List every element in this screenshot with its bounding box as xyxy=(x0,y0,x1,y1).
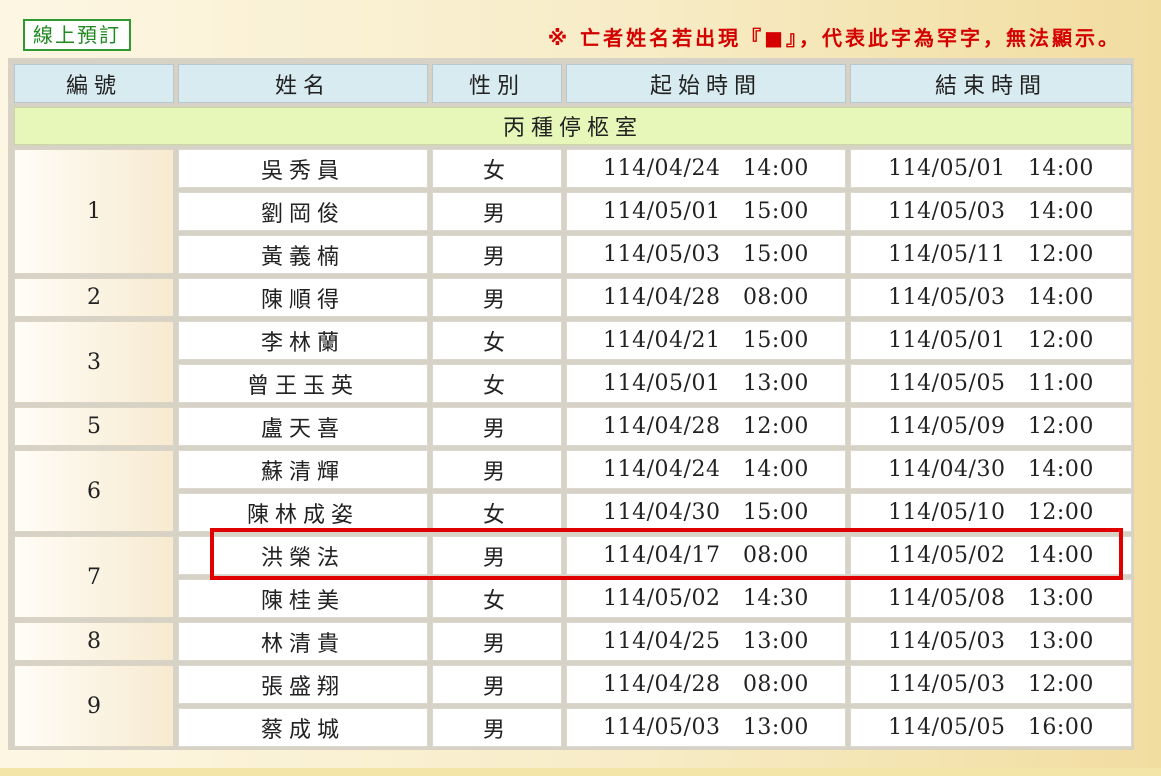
start-time-cell: 114/05/03 13:00 xyxy=(566,708,846,747)
end-time-cell: 114/05/03 12:00 xyxy=(850,665,1132,704)
end-time-cell: 114/05/10 12:00 xyxy=(850,493,1132,532)
end-time-cell: 114/05/11 12:00 xyxy=(850,235,1132,274)
end-time-cell: 114/05/09 12:00 xyxy=(850,407,1132,446)
table-row: 2 陳順得男 114/04/28 08:00 114/05/03 14:00 xyxy=(14,278,1132,317)
column-header-number: 編號 xyxy=(14,64,174,103)
table-row: 1 吳秀員女 114/04/24 14:00 114/05/01 14:00 xyxy=(14,149,1132,274)
column-header-sex: 性別 xyxy=(432,64,562,103)
schedule-table-container: 編號 姓名 性別 起始時間 結束時間 丙種停柩室 1 吳秀員女 114/04/24 … xyxy=(8,58,1134,750)
online-reservation-button[interactable]: 線上預訂 xyxy=(23,19,131,51)
start-time-cell: 114/05/02 14:30 xyxy=(566,579,846,618)
table-row: 劉岡俊男 114/05/01 15:00 114/05/03 14:00 xyxy=(14,192,1132,231)
sex-cell: 男 xyxy=(432,192,562,231)
start-time-cell: 114/04/28 08:00 xyxy=(566,278,846,317)
sex-cell: 男 xyxy=(432,278,562,317)
table-row: 6 蘇清輝男 114/04/24 14:00 114/04/30 14:00 xyxy=(14,450,1132,532)
table-row: 8 林清貴男 114/04/25 13:00 114/05/03 13:00 xyxy=(14,622,1132,661)
sex-cell: 男 xyxy=(432,665,562,704)
column-header-name: 姓名 xyxy=(178,64,428,103)
end-time-cell: 114/05/05 11:00 xyxy=(850,364,1132,403)
table-row: 9 張盛翔男 114/04/28 08:00 114/05/03 12:00 xyxy=(14,665,1132,747)
sex-cell: 男 xyxy=(432,622,562,661)
name-cell: 陳林成姿 xyxy=(178,493,428,532)
name-cell: 陳桂美 xyxy=(178,579,428,618)
sex-cell: 男 xyxy=(432,450,562,489)
start-time-cell: 114/04/24 14:00 xyxy=(566,149,846,188)
table-row: 3 李林蘭女 114/04/21 15:00 114/05/01 12:00 xyxy=(14,321,1132,403)
name-cell: 洪榮法 xyxy=(178,536,428,575)
table-row: 蔡成城男 114/05/03 13:00 114/05/05 16:00 xyxy=(14,708,1132,747)
sex-cell: 男 xyxy=(432,407,562,446)
table-row: 陳林成姿女 114/04/30 15:00 114/05/10 12:00 xyxy=(14,493,1132,532)
start-time-cell: 114/04/28 08:00 xyxy=(566,665,846,704)
name-cell: 盧天喜 xyxy=(178,407,428,446)
sex-cell: 男 xyxy=(432,536,562,575)
name-cell: 李林蘭 xyxy=(178,321,428,360)
table-row: 5 盧天喜男 114/04/28 12:00 114/05/09 12:00 xyxy=(14,407,1132,446)
sex-cell: 男 xyxy=(432,235,562,274)
table-body: 丙種停柩室 1 吳秀員女 114/04/24 14:00 114/05/01 14:0… xyxy=(14,107,1132,747)
row-number: 3 xyxy=(14,321,174,403)
table-header-row: 編號 姓名 性別 起始時間 結束時間 xyxy=(14,64,1132,103)
name-cell: 劉岡俊 xyxy=(178,192,428,231)
start-time-cell: 114/04/21 15:00 xyxy=(566,321,846,360)
table-row: 陳桂美女 114/05/02 14:30 114/05/08 13:00 xyxy=(14,579,1132,618)
start-time-cell: 114/05/03 15:00 xyxy=(566,235,846,274)
column-header-end-time: 結束時間 xyxy=(850,64,1132,103)
end-time-cell: 114/04/30 14:00 xyxy=(850,450,1132,489)
start-time-cell: 114/04/30 15:00 xyxy=(566,493,846,532)
end-time-cell: 114/05/02 14:00 xyxy=(850,536,1132,575)
sex-cell: 女 xyxy=(432,149,562,188)
row-number: 5 xyxy=(14,407,174,446)
start-time-cell: 114/05/01 13:00 xyxy=(566,364,846,403)
end-time-cell: 114/05/03 14:00 xyxy=(850,192,1132,231)
sex-cell: 女 xyxy=(432,493,562,532)
end-time-cell: 114/05/01 12:00 xyxy=(850,321,1132,360)
top-bar: 線上預訂 ※ 亡者姓名若出現『■』，代表此字為罕字，無法顯示。 xyxy=(0,0,1161,58)
start-time-cell: 114/04/17 08:00 xyxy=(566,536,846,575)
row-number: 8 xyxy=(14,622,174,661)
rare-character-notice: ※ 亡者姓名若出現『■』，代表此字為罕字，無法顯示。 xyxy=(547,26,1121,50)
row-number: 6 xyxy=(14,450,174,532)
sex-cell: 男 xyxy=(432,708,562,747)
end-time-cell: 114/05/01 14:00 xyxy=(850,149,1132,188)
end-time-cell: 114/05/03 13:00 xyxy=(850,622,1132,661)
name-cell: 林清貴 xyxy=(178,622,428,661)
row-number: 9 xyxy=(14,665,174,747)
table-row: 黃義楠男 114/05/03 15:00 114/05/11 12:00 xyxy=(14,235,1132,274)
end-time-cell: 114/05/05 16:00 xyxy=(850,708,1132,747)
start-time-cell: 114/05/01 15:00 xyxy=(566,192,846,231)
schedule-table: 編號 姓名 性別 起始時間 結束時間 丙種停柩室 1 吳秀員女 114/04/24 … xyxy=(10,60,1136,751)
name-cell: 蘇清輝 xyxy=(178,450,428,489)
table-row: 7 洪榮法男 114/04/17 08:00 114/05/02 14:00 xyxy=(14,536,1132,618)
name-cell: 吳秀員 xyxy=(178,149,428,188)
name-cell: 蔡成城 xyxy=(178,708,428,747)
start-time-cell: 114/04/24 14:00 xyxy=(566,450,846,489)
name-cell: 黃義楠 xyxy=(178,235,428,274)
room-row: 丙種停柩室 xyxy=(14,107,1132,145)
end-time-cell: 114/05/08 13:00 xyxy=(850,579,1132,618)
row-number: 7 xyxy=(14,536,174,618)
start-time-cell: 114/04/25 13:00 xyxy=(566,622,846,661)
name-cell: 張盛翔 xyxy=(178,665,428,704)
name-cell: 陳順得 xyxy=(178,278,428,317)
column-header-start-time: 起始時間 xyxy=(566,64,846,103)
row-number: 1 xyxy=(14,149,174,274)
table-row: 曾王玉英女 114/05/01 13:00 114/05/05 11:00 xyxy=(14,364,1132,403)
bottom-band xyxy=(0,768,1161,776)
sex-cell: 女 xyxy=(432,579,562,618)
end-time-cell: 114/05/03 14:00 xyxy=(850,278,1132,317)
start-time-cell: 114/04/28 12:00 xyxy=(566,407,846,446)
name-cell: 曾王玉英 xyxy=(178,364,428,403)
room-type-label: 丙種停柩室 xyxy=(14,107,1132,145)
sex-cell: 女 xyxy=(432,321,562,360)
sex-cell: 女 xyxy=(432,364,562,403)
row-number: 2 xyxy=(14,278,174,317)
